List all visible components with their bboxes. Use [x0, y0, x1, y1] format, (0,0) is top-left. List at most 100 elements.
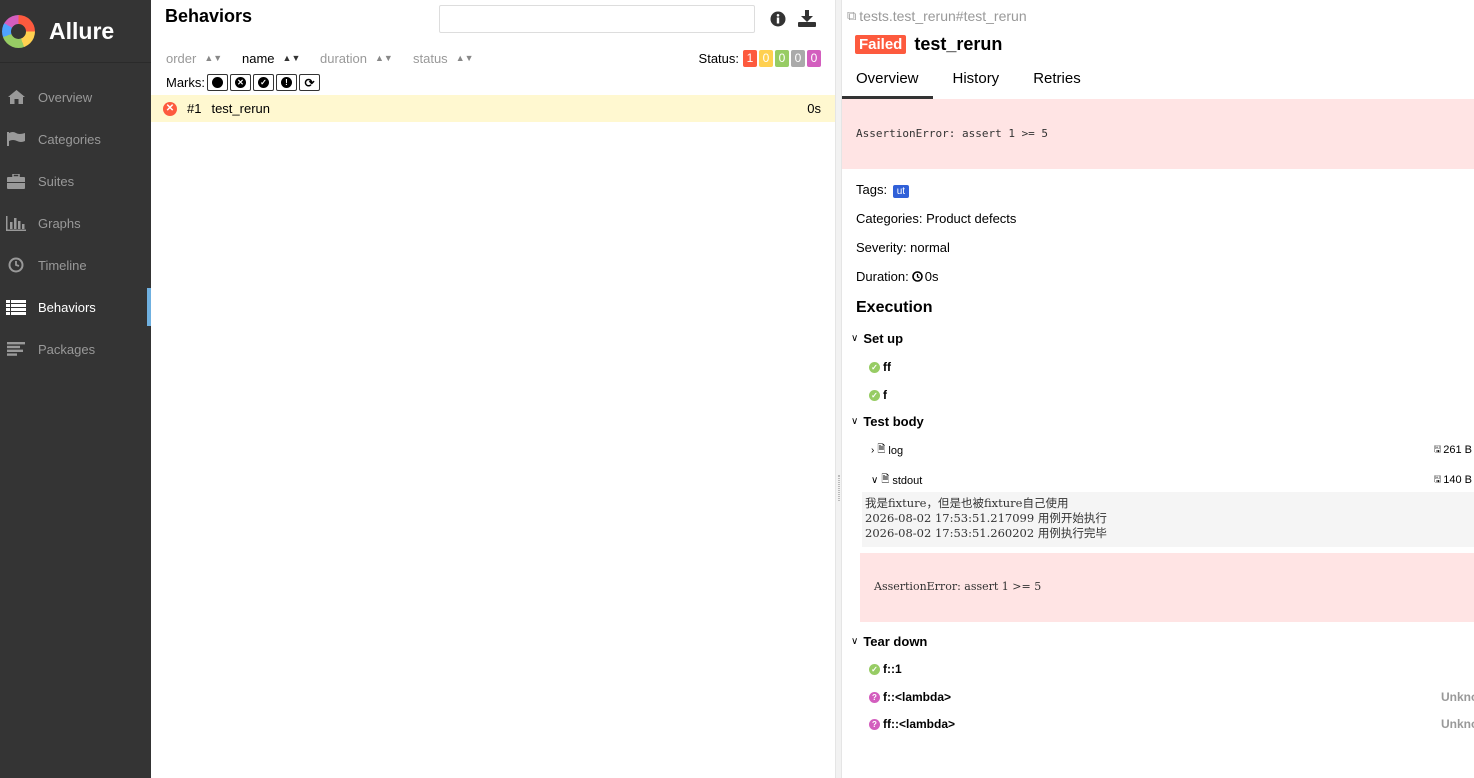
copy-icon[interactable]: ⧉ — [847, 8, 856, 24]
stopwatch-icon — [911, 271, 923, 282]
step-error-message[interactable]: AssertionError: assert 1 >= 5 — [860, 553, 1474, 622]
chevron-down-icon: ∨ — [871, 475, 879, 486]
list-icon — [6, 299, 26, 315]
sort-name[interactable]: name ▲▼ — [242, 51, 320, 66]
retries-mark-button[interactable]: ⟳ — [299, 74, 320, 91]
teardown-title: Tear down — [863, 634, 928, 649]
sidebar-item-categories[interactable]: Categories — [0, 118, 151, 160]
file-icon: 🗎 — [881, 474, 890, 485]
align-left-icon — [6, 342, 26, 356]
attachment-size: 🖫 261 B — [1434, 442, 1472, 458]
attachment-name: log — [888, 444, 904, 457]
stdout-content[interactable]: 我是fixture，但是也被fixture自己使用 2026-08-02 17:… — [862, 492, 1474, 547]
sidebar-item-graphs[interactable]: Graphs — [0, 202, 151, 244]
tab-history[interactable]: History — [939, 70, 1014, 99]
attachment-size: 🖫 140 B — [1434, 472, 1472, 488]
sort-icon: ▲▼ — [282, 53, 301, 63]
categories-row: Categories: Product defects — [856, 211, 1017, 226]
sidebar-item-overview[interactable]: Overview — [0, 76, 151, 118]
step-name: f — [883, 388, 887, 402]
file-icon: 🗎 — [877, 444, 886, 455]
row-number: #1 — [187, 101, 202, 116]
test-body-header[interactable]: ∨ Test body — [851, 414, 924, 429]
setup-step[interactable]: ✓ ff — [869, 360, 891, 374]
save-icon: 🖫 — [1433, 444, 1442, 454]
teardown-step[interactable]: ? ff::<lambda> — [869, 717, 955, 731]
info-icon[interactable] — [770, 11, 786, 30]
teardown-step[interactable]: ✓ f::1 — [869, 662, 902, 676]
table-row[interactable]: ✕ #1 test_rerun 0s — [151, 95, 835, 122]
sort-icon: ▲▼ — [374, 53, 393, 63]
flaky-mark-button[interactable] — [207, 74, 228, 91]
duration-row: Duration: 0s — [856, 269, 938, 284]
sidebar-item-timeline[interactable]: Timeline — [0, 244, 151, 286]
sort-status[interactable]: status ▲▼ — [413, 51, 474, 66]
times-circle-icon: ✕ — [235, 77, 246, 88]
passed-check-icon: ✓ — [869, 361, 880, 373]
search-input[interactable] — [439, 5, 755, 33]
tab-retries[interactable]: Retries — [1019, 70, 1095, 99]
failed-count-toggle[interactable]: 1 — [743, 49, 757, 67]
sort-label: duration — [320, 50, 367, 66]
home-icon — [6, 90, 26, 104]
test-header: Failed test_rerun — [855, 34, 1002, 55]
broken-count-toggle[interactable]: 0 — [759, 49, 773, 67]
attachment-log[interactable]: › 🗎 log — [871, 442, 903, 459]
sidebar-item-packages[interactable]: Packages — [0, 328, 151, 370]
step-name: ff — [883, 360, 891, 374]
sidebar-item-label: Overview — [38, 89, 93, 105]
sort-icon: ▲▼ — [204, 53, 223, 63]
test-path[interactable]: ⧉ tests.test_rerun#test_rerun — [847, 8, 1027, 24]
test-body-title: Test body — [863, 414, 924, 429]
sort-label: status — [413, 50, 448, 66]
chevron-down-icon: ∨ — [851, 636, 859, 647]
pane-splitter[interactable] — [835, 0, 842, 778]
test-path-text: tests.test_rerun#test_rerun — [859, 8, 1027, 24]
new-broken-mark-button[interactable]: ! — [276, 74, 297, 91]
status-filter: Status: 1 0 0 0 0 — [698, 49, 821, 67]
skipped-count-toggle[interactable]: 0 — [791, 49, 805, 67]
marks-label: Marks: — [166, 75, 205, 90]
sidebar-item-suites[interactable]: Suites — [0, 160, 151, 202]
attachment-size-value: 140 B — [1443, 474, 1472, 486]
save-icon: 🖫 — [1433, 474, 1442, 484]
allure-logo — [2, 14, 35, 48]
error-message[interactable]: AssertionError: assert 1 >= 5 — [842, 99, 1474, 169]
sort-duration[interactable]: duration ▲▼ — [320, 51, 413, 66]
execution-title: Execution — [856, 299, 933, 316]
setup-header[interactable]: ∨ Set up — [851, 331, 903, 346]
marks-filter: Marks: ✕ ✓ ! ⟳ — [166, 74, 320, 91]
sort-label: name — [242, 50, 275, 66]
status-filter-label: Status: — [698, 50, 739, 66]
sort-order[interactable]: order ▲▼ — [166, 51, 242, 66]
passed-count-toggle[interactable]: 0 — [775, 49, 789, 67]
briefcase-icon — [6, 173, 26, 189]
tab-overview[interactable]: Overview — [842, 70, 933, 99]
sort-icon: ▲▼ — [455, 53, 474, 63]
teardown-step[interactable]: ? f::<lambda> — [869, 690, 951, 704]
sidebar-item-label: Categories — [38, 131, 101, 147]
setup-step[interactable]: ✓ f — [869, 388, 887, 402]
test-result-pane: ⧉ tests.test_rerun#test_rerun Failed tes… — [842, 0, 1474, 778]
chevron-down-icon: ∨ — [851, 416, 859, 427]
question-circle-icon: ? — [869, 718, 880, 730]
tags-row: Tags: ut — [856, 182, 910, 198]
download-icon[interactable] — [798, 10, 816, 30]
sidebar-item-behaviors[interactable]: Behaviors — [0, 286, 151, 328]
brand[interactable]: Allure — [0, 0, 151, 63]
attachment-stdout[interactable]: ∨ 🗎 stdout — [871, 472, 922, 489]
step-status-label: Unkno — [1441, 717, 1474, 731]
new-failed-mark-button[interactable]: ✕ — [230, 74, 251, 91]
teardown-header[interactable]: ∨ Tear down — [851, 634, 927, 649]
attachment-name: stdout — [892, 474, 923, 487]
flag-icon — [6, 132, 26, 146]
clock-icon — [6, 257, 26, 273]
step-status-label: Unkno — [1441, 690, 1474, 704]
check-circle-icon: ✓ — [258, 77, 269, 88]
unknown-count-toggle[interactable]: 0 — [807, 49, 821, 67]
step-name: f::<lambda> — [883, 690, 952, 704]
bar-chart-icon — [6, 215, 26, 231]
new-passed-mark-button[interactable]: ✓ — [253, 74, 274, 91]
severity-row: Severity: normal — [856, 240, 950, 255]
bomb-icon — [212, 77, 223, 88]
